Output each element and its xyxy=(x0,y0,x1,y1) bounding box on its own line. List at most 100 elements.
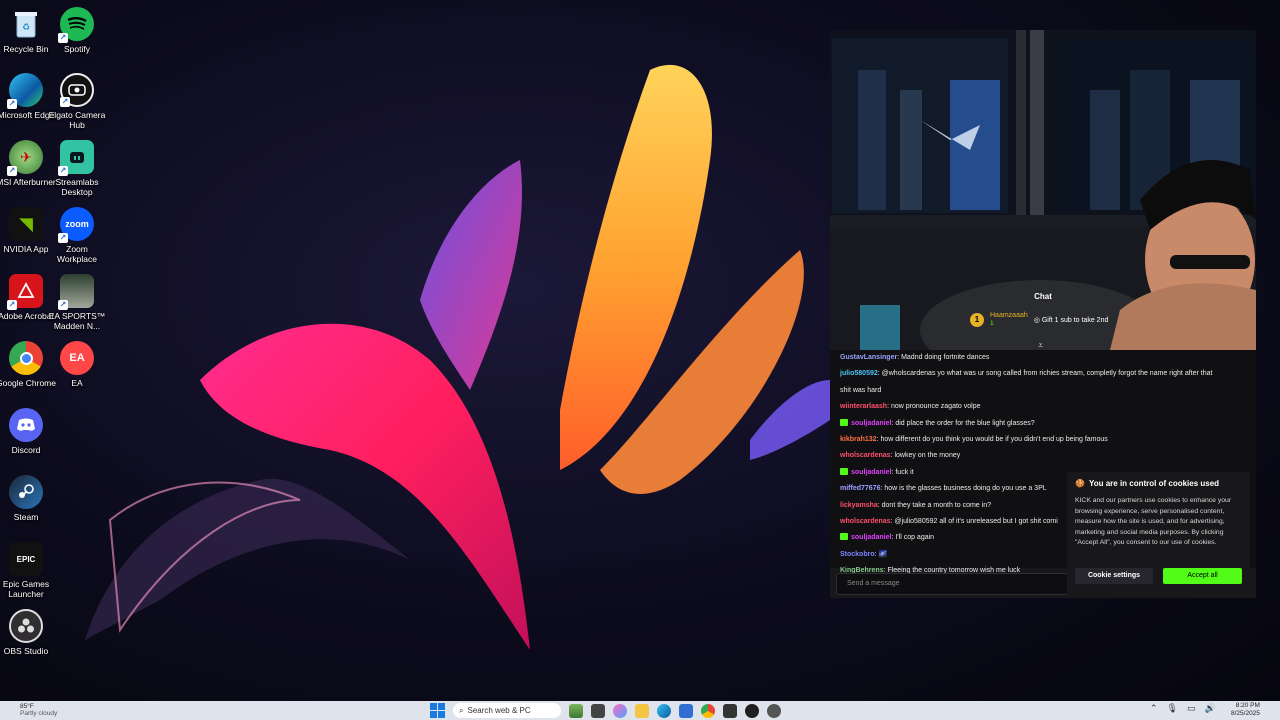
chat-username[interactable]: wholscardenas xyxy=(840,518,891,525)
chat-username[interactable]: wholscardenas xyxy=(840,452,891,459)
desktop-icon-epic[interactable]: EPIC Epic Games Launcher xyxy=(0,542,52,599)
task-view-icon[interactable] xyxy=(591,703,605,718)
pinned-gift-bar[interactable]: 1 Haamzaaah 1 ◎ Gift 1 sub to take 2nd xyxy=(970,312,1108,327)
desktop-icon-madden[interactable]: ↗ EA SPORTS™ Madden N... xyxy=(49,274,105,331)
copilot-icon[interactable] xyxy=(613,703,627,718)
app2-taskbar-icon[interactable] xyxy=(745,703,759,718)
chat-username[interactable]: GustavLansinger xyxy=(840,354,897,361)
madden-icon: ↗ xyxy=(58,274,94,310)
chat-username[interactable]: souljadaniel xyxy=(851,469,891,476)
accept-all-button[interactable]: Accept all xyxy=(1163,568,1242,584)
chat-text: how different do you think you would be … xyxy=(880,436,1108,444)
chat-text: lowkey on the money xyxy=(894,452,961,460)
desktop-icon-streamlabs[interactable]: ↗ Streamlabs Desktop xyxy=(51,140,103,197)
clock-time: 8:20 PM xyxy=(1235,702,1260,709)
zoom-icon: zoom ↗ xyxy=(58,207,94,243)
cookie-consent-dialog: 🍪 You are in control of cookies used KICK… xyxy=(1067,472,1250,594)
chat-username[interactable]: lickyamsha xyxy=(840,502,878,509)
file-explorer-icon[interactable] xyxy=(635,703,649,718)
desktop-icon-edge[interactable]: ↗ Microsoft Edge xyxy=(0,73,54,120)
edge-icon: ↗ xyxy=(7,73,43,109)
desktop-icon-recycle-bin[interactable]: ♻ Recycle Bin xyxy=(0,7,52,54)
desktop-icon-chrome[interactable]: Google Chrome xyxy=(0,341,56,388)
chat-text: I'll cop again xyxy=(895,534,935,542)
desktop-icon-elgato[interactable]: ↗ Elgato Camera Hub xyxy=(49,73,105,130)
desktop-icon-label: EA SPORTS™ Madden N... xyxy=(48,311,106,331)
chat-username[interactable]: souljadaniel xyxy=(851,534,891,541)
chat-username[interactable]: miffed77676 xyxy=(840,485,880,492)
desktop-icon-label: EA xyxy=(71,378,83,388)
weather-desc: Partly cloudy xyxy=(20,710,58,717)
chat-text: fuck it xyxy=(895,468,914,476)
cookie-settings-button[interactable]: Cookie settings xyxy=(1075,568,1153,584)
chrome-taskbar-icon[interactable] xyxy=(701,703,715,718)
edge-taskbar-icon[interactable] xyxy=(657,703,671,718)
desktop-icon-msi[interactable]: ✈ ↗ MSI Afterburner xyxy=(0,140,56,187)
pinned-user: Haamzaaah xyxy=(990,312,1028,319)
settings-taskbar-icon[interactable] xyxy=(767,703,781,718)
clock-date: 8/25/2025 xyxy=(1231,710,1260,717)
desktop-icon-label: Spotify xyxy=(64,44,90,54)
widgets-icon[interactable] xyxy=(569,703,583,718)
chat-text: did place the order for the blue light g… xyxy=(895,419,1035,427)
mic-icon[interactable]: 🎙 xyxy=(1167,703,1178,714)
desktop-icon-discord[interactable]: Discord xyxy=(0,408,52,455)
chat-text: shit was hard xyxy=(840,386,882,394)
spotify-icon: ↗ xyxy=(58,7,94,43)
desktop-icon-label: Streamlabs Desktop xyxy=(55,177,99,197)
taskbar: 85°F Partly cloudy ⌕ Search web & PC ⌃ 🎙… xyxy=(0,701,1280,720)
chat-text: 🌌 xyxy=(878,550,888,558)
search-label: Search web & PC xyxy=(467,706,531,715)
chat-username[interactable]: wiinterarlaash xyxy=(840,403,887,410)
desktop-icon-spotify[interactable]: ↗ Spotify xyxy=(51,7,103,54)
epic-icon: EPIC xyxy=(9,542,43,576)
subscriber-badge-icon xyxy=(840,467,848,475)
chat-username[interactable]: kikbrah132 xyxy=(840,436,877,443)
start-button[interactable] xyxy=(430,703,445,718)
chat-message: GustavLansinger: Madnd doing fortnite da… xyxy=(840,350,1246,366)
desktop-icon-label: Discord xyxy=(11,445,41,455)
subscriber-badge-icon xyxy=(840,418,848,426)
chat-text: @julio580592 all of it's unreleased but … xyxy=(894,518,1058,526)
chat-message: shit was hard xyxy=(840,383,1246,399)
desktop-icon-steam[interactable]: Steam xyxy=(0,475,52,522)
chat-username[interactable]: julio580592 xyxy=(840,370,878,377)
chat-message: wholscardenas: lowkey on the money xyxy=(840,448,1246,464)
desktop-icon-label: Elgato Camera Hub xyxy=(48,110,106,130)
chat-text: @wholscardenas yo what was ur song calle… xyxy=(881,370,1213,378)
taskbar-search[interactable]: ⌕ Search web & PC xyxy=(453,703,561,718)
steam-icon xyxy=(9,475,43,509)
desktop-icon-label: Zoom Workplace xyxy=(57,244,97,264)
store-icon[interactable] xyxy=(679,703,693,718)
search-icon: ⌕ xyxy=(459,705,464,715)
weather-widget[interactable]: 85°F Partly cloudy xyxy=(20,703,57,717)
cookie-icon: 🍪 xyxy=(1075,479,1085,488)
desktop-icon-nvidia[interactable]: ◥ NVIDIA App xyxy=(0,207,52,254)
gift-sub-label[interactable]: ◎ Gift 1 sub to take 2nd xyxy=(1034,316,1109,324)
chat-message: kikbrah132: how different do you think y… xyxy=(840,432,1246,448)
volume-icon[interactable]: 🔊 xyxy=(1205,703,1216,714)
discord-icon xyxy=(9,408,43,442)
chat-message-input[interactable]: Send a message xyxy=(836,573,1068,595)
chat-username[interactable]: souljadaniel xyxy=(851,420,891,427)
desktop-icon-zoom[interactable]: zoom ↗ Zoom Workplace xyxy=(51,207,103,264)
chat-message: julio580592: @wholscardenas yo what was … xyxy=(840,366,1246,382)
nvidia-icon: ◥ xyxy=(9,207,43,241)
app-taskbar-icon[interactable] xyxy=(723,703,737,718)
desktop-icon-obs[interactable]: OBS Studio xyxy=(0,609,52,656)
chat-message: souljadaniel: did place the order for th… xyxy=(840,416,1246,432)
desktop-icon-acrobat[interactable]: ↗ Adobe Acrobat xyxy=(0,274,54,321)
network-icon[interactable]: ▭ xyxy=(1187,703,1196,714)
recycle-bin-icon: ♻ xyxy=(9,7,43,41)
subscriber-badge-icon xyxy=(840,533,848,541)
desktop-icon-ea[interactable]: EA EA xyxy=(51,341,103,388)
chat-text: how is the glasses business doing do you… xyxy=(884,485,1047,493)
clock[interactable]: 8:20 PM 8/25/2025 xyxy=(1231,702,1260,718)
gift-coin-icon: 1 xyxy=(970,312,984,327)
obs-icon xyxy=(9,609,43,643)
chat-text: Madnd doing fortnite dances xyxy=(901,354,990,361)
svg-text:♻: ♻ xyxy=(22,22,30,32)
ea-icon: EA xyxy=(60,341,94,375)
chat-username[interactable]: Stockobro xyxy=(840,551,875,558)
chevron-up-icon[interactable]: ⌃ xyxy=(1150,703,1158,714)
